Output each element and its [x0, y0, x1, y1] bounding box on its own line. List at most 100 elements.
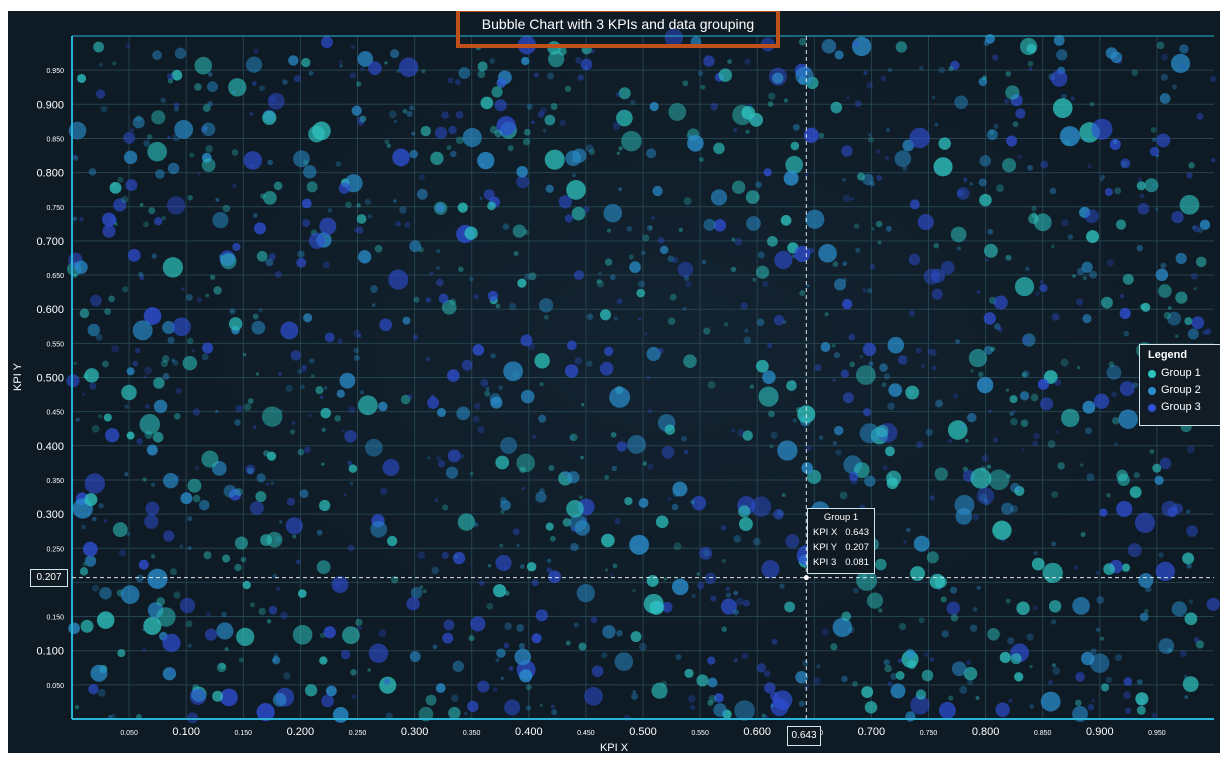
legend-item-group-2[interactable]: Group 2 [1148, 382, 1220, 399]
bubble-point [732, 104, 753, 126]
bubble-point [649, 600, 664, 615]
bubble-point [1156, 133, 1171, 148]
x-tick-label: 0.400 [515, 726, 543, 738]
bubble-point [969, 182, 973, 186]
bubble-point [478, 580, 485, 586]
bubble-point [1129, 486, 1142, 499]
bubble-point [1118, 409, 1138, 430]
bubble-point [926, 551, 939, 564]
bubble-point [782, 320, 787, 324]
legend-item-group-1[interactable]: Group 1 [1148, 365, 1220, 382]
bubble-point [73, 273, 78, 278]
bubble-point [364, 438, 383, 457]
bubble-point [1179, 44, 1189, 54]
bubble-point [117, 176, 124, 183]
bubble-point [1114, 187, 1122, 195]
legend-swatch [1148, 386, 1156, 395]
bubble-point [1070, 96, 1075, 101]
bubble-point [349, 72, 357, 79]
bubble-point [1009, 395, 1018, 404]
bubble-point [630, 631, 642, 643]
bubble-point [941, 630, 949, 638]
bubble-point [995, 184, 1004, 193]
bubble-point [586, 360, 593, 367]
bubble-point [395, 220, 401, 227]
bubble-point [616, 629, 623, 637]
bubble-point [618, 146, 623, 151]
bubble-point [884, 155, 890, 161]
bubble-point [1007, 637, 1015, 645]
bubble-point [1106, 365, 1122, 380]
bubble-point [585, 144, 594, 153]
bubble-point [427, 396, 439, 409]
bubble-point [929, 495, 935, 501]
bubble-point [703, 218, 716, 231]
bubble-point [567, 471, 580, 484]
bubble-point [614, 517, 621, 525]
legend: Legend Group 1 Group 2 Group 3 [1139, 344, 1220, 426]
bubble-point [575, 57, 582, 64]
bubble-point [477, 70, 486, 79]
bubble-point [260, 193, 266, 199]
bubble-point [123, 131, 136, 144]
bubble-point [189, 688, 207, 705]
bubble-point [185, 293, 193, 301]
bubble-point [1010, 504, 1018, 513]
bubble-point [513, 251, 519, 257]
x-tick-label-minor: 0.350 [463, 730, 481, 737]
bubble-point [756, 359, 769, 373]
bubble-point [218, 254, 224, 259]
bubble-point [1158, 552, 1164, 558]
bubble-point [356, 203, 361, 208]
bubble-point [546, 558, 552, 564]
bubble-point [507, 145, 514, 152]
bubble-point [1048, 680, 1053, 685]
bubble-point [767, 343, 773, 349]
bubble-point [82, 541, 98, 557]
bubble-point [234, 536, 248, 550]
bubble-point [120, 585, 140, 605]
bubble-point [868, 133, 872, 137]
bubble-point [319, 656, 328, 665]
bubble-point [570, 526, 577, 532]
bubble-point [713, 142, 725, 155]
bubble-point [1072, 274, 1076, 278]
bubble-point [383, 678, 391, 685]
bubble-point [699, 546, 713, 560]
bubble-point [212, 690, 224, 702]
bubble-point [769, 691, 779, 701]
bubble-point [733, 128, 737, 133]
y-tick-label-minor: 0.250 [46, 546, 64, 553]
bubble-point [875, 220, 883, 228]
bubble-point [933, 157, 953, 177]
bubble-point [979, 155, 991, 167]
bubble-point [761, 713, 766, 718]
bubble-point [792, 418, 797, 423]
bubble-point [88, 684, 99, 695]
bubble-point [240, 556, 247, 563]
bubble-point [682, 80, 689, 87]
bubble-point [544, 114, 556, 126]
bubble-point [842, 299, 853, 310]
bubble-point [628, 254, 634, 260]
bubble-point [876, 149, 881, 154]
bubble-point [1108, 361, 1115, 368]
bubble-point [565, 640, 571, 646]
bubble-point [1072, 597, 1090, 615]
bubble-point [144, 514, 159, 529]
bubble-point [166, 73, 174, 81]
bubble-point [147, 568, 168, 589]
bubble-point [79, 567, 89, 576]
tooltip-label: KPI 3 [813, 557, 837, 568]
bubble-point [864, 475, 876, 487]
bubble-point [433, 201, 448, 216]
bubble-point [274, 270, 282, 278]
bubble-point [920, 363, 926, 368]
legend-item-group-3[interactable]: Group 3 [1148, 399, 1220, 416]
bubble-point [1158, 284, 1172, 298]
bubble-point [1131, 69, 1139, 77]
bubble-point [1136, 181, 1146, 191]
bubble-point [1137, 203, 1150, 215]
bubble-point [1060, 358, 1069, 367]
bubble-point [531, 120, 535, 125]
